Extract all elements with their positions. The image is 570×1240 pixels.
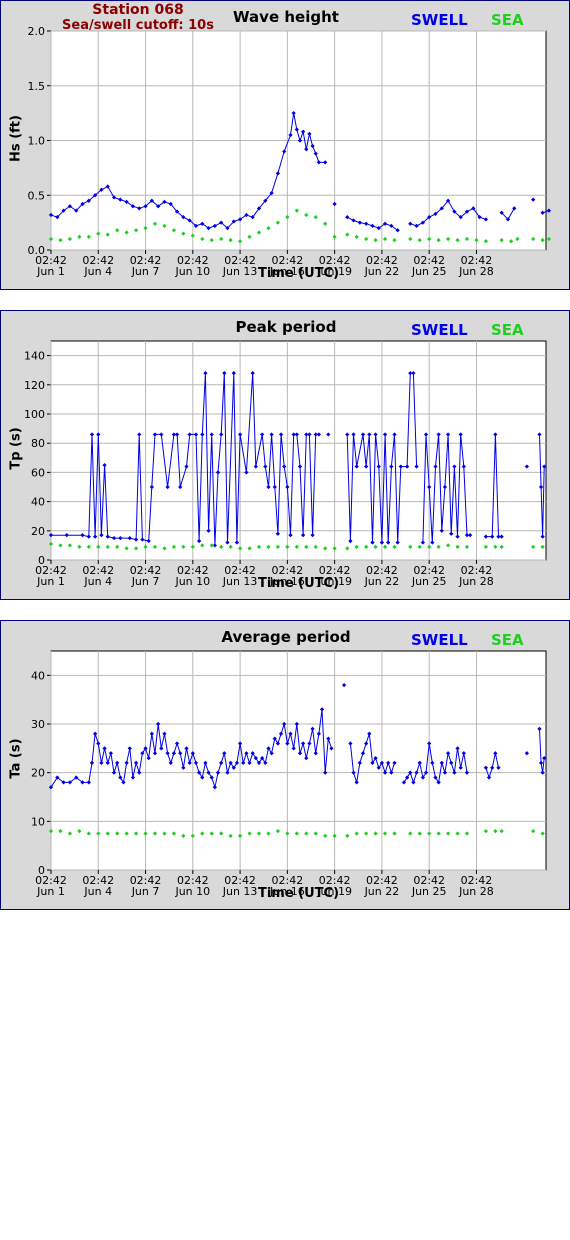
x-tick-date: Jun 22 [364, 885, 400, 898]
y-tick-label: 60 [31, 466, 45, 479]
chart-panel-peak-period: Peak period SWELL SEA Tp (s) Time (UTC) … [0, 310, 570, 600]
y-tick-label: 30 [31, 718, 45, 731]
chart-panel-wave-height: Station 068 Sea/swell cutoff: 10s Wave h… [0, 0, 570, 290]
chart-plot-wave-height: 0.00.51.01.52.002:42Jun 102:42Jun 402:42… [28, 25, 552, 278]
x-tick-date: Jun 19 [316, 575, 352, 588]
plot-area [50, 650, 547, 871]
chart-plot-average-period: 01020304002:42Jun 102:42Jun 402:42Jun 70… [31, 650, 547, 898]
x-tick-date: Jun 13 [222, 575, 258, 588]
x-tick-date: Jun 4 [83, 575, 112, 588]
x-tick-date: Jun 1 [36, 885, 65, 898]
x-tick-date: Jun 16 [269, 885, 305, 898]
y-tick-label: 10 [31, 815, 45, 828]
x-tick-date: Jun 10 [174, 265, 210, 278]
x-tick-date: Jun 7 [131, 265, 160, 278]
x-tick-date: Jun 19 [316, 885, 352, 898]
y-tick-label: 1.5 [28, 80, 46, 93]
swell-point [546, 208, 552, 213]
x-tick-date: Jun 4 [83, 885, 112, 898]
x-tick-date: Jun 16 [269, 575, 305, 588]
x-tick-date: Jun 25 [411, 265, 447, 278]
y-tick-label: 1.0 [28, 135, 46, 148]
x-tick-date: Jun 13 [222, 885, 258, 898]
x-tick-date: Jun 28 [458, 575, 494, 588]
x-tick-date: Jun 7 [131, 885, 160, 898]
x-tick-date: Jun 22 [364, 575, 400, 588]
x-tick-date: Jun 10 [174, 885, 210, 898]
y-tick-label: 100 [24, 408, 45, 421]
x-tick-date: Jun 22 [364, 265, 400, 278]
chart-plot-peak-period: 02040608010012014002:42Jun 102:42Jun 402… [24, 340, 547, 588]
y-tick-label: 140 [24, 350, 45, 363]
x-tick-date: Jun 10 [174, 575, 210, 588]
y-tick-label: 40 [31, 669, 45, 682]
y-tick-label: 2.0 [28, 25, 46, 38]
x-tick-date: Jun 25 [411, 885, 447, 898]
x-tick-date: Jun 25 [411, 575, 447, 588]
y-tick-label: 20 [31, 525, 45, 538]
y-tick-label: 20 [31, 767, 45, 780]
x-tick-date: Jun 19 [316, 265, 352, 278]
x-tick-date: Jun 28 [458, 265, 494, 278]
sea-point [546, 236, 552, 242]
x-tick-date: Jun 7 [131, 575, 160, 588]
x-tick-date: Jun 1 [36, 265, 65, 278]
x-tick-date: Jun 13 [222, 265, 258, 278]
y-tick-label: 0.5 [28, 189, 46, 202]
y-tick-label: 120 [24, 379, 45, 392]
x-tick-date: Jun 28 [458, 885, 494, 898]
x-tick-date: Jun 1 [36, 575, 65, 588]
y-tick-label: 80 [31, 437, 45, 450]
x-tick-date: Jun 4 [83, 265, 112, 278]
x-tick-date: Jun 16 [269, 265, 305, 278]
y-tick-label: 40 [31, 496, 45, 509]
chart-panel-average-period: Average period SWELL SEA Ta (s) Time (UT… [0, 620, 570, 910]
